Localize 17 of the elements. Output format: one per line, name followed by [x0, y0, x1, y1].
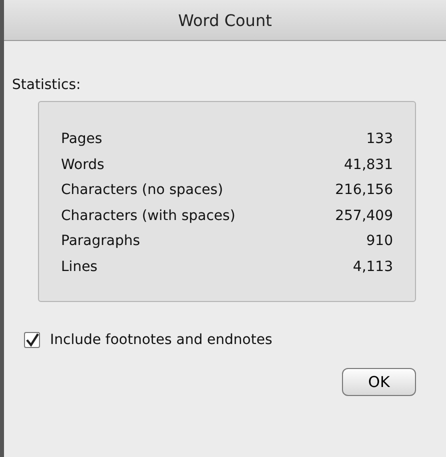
stat-name: Characters (with spaces)	[61, 206, 236, 226]
stat-value: 133	[366, 130, 393, 149]
stat-value: 216,156	[335, 181, 393, 200]
window-title: Word Count	[178, 10, 272, 30]
statistics-label: Statistics:	[12, 77, 82, 93]
stat-value: 910	[366, 232, 393, 251]
stat-name: Characters (no spaces)	[61, 181, 224, 200]
stat-name: Words	[61, 156, 104, 174]
stat-name: Pages	[61, 130, 102, 149]
stat-value: 257,409	[335, 206, 393, 226]
stat-value: 4,113	[352, 258, 393, 276]
stat-name: Lines	[61, 258, 98, 276]
checkbox-label: Include footnotes and endnotes	[50, 332, 272, 348]
checkbox[interactable]	[24, 332, 40, 348]
stat-name: Paragraphs	[61, 232, 140, 251]
ok-button[interactable]: OK	[342, 368, 416, 396]
stat-value: 41,831	[344, 156, 393, 174]
